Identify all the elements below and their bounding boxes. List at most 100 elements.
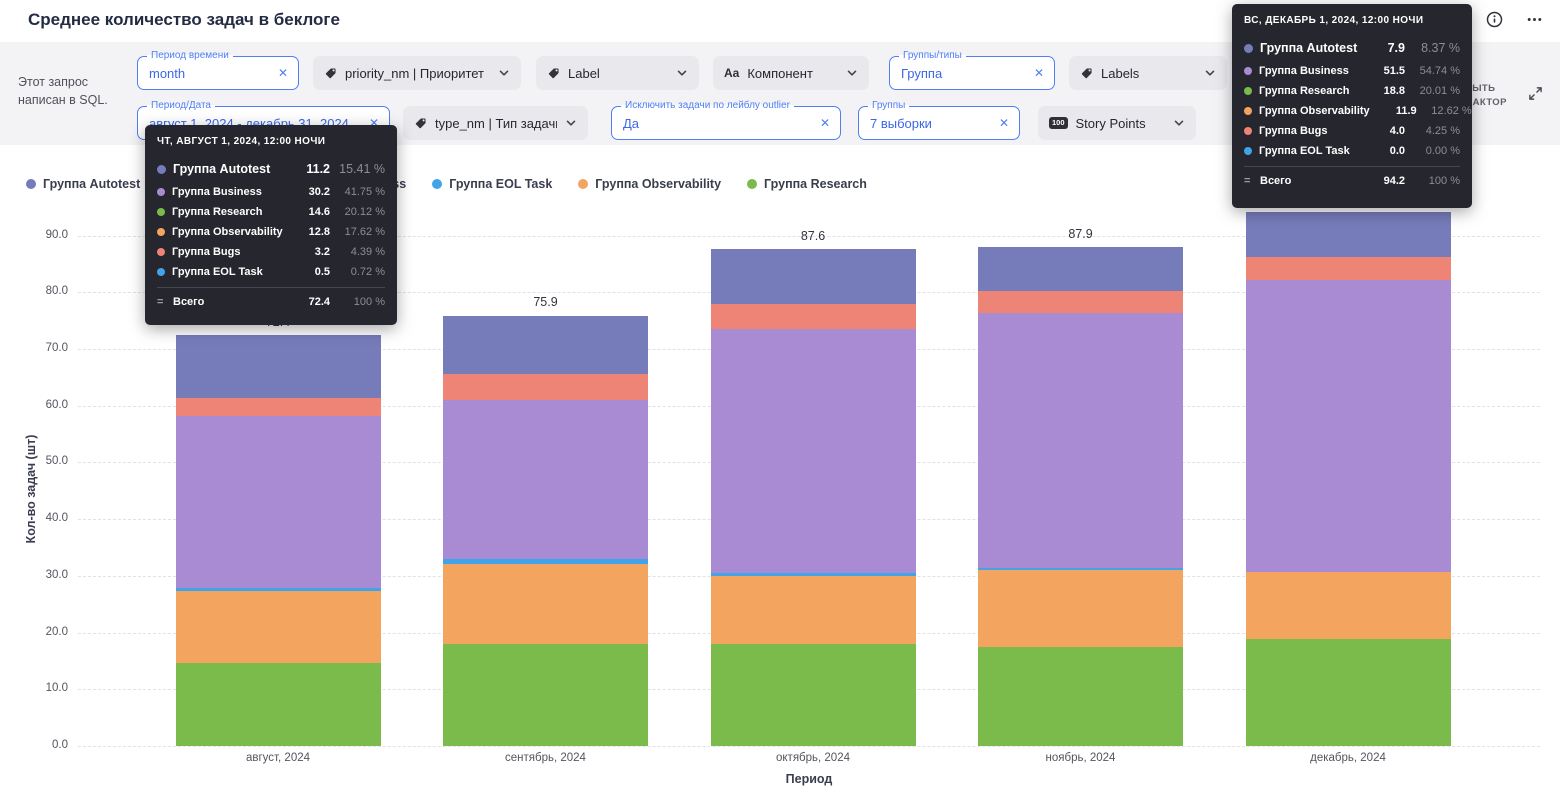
bar-segment[interactable] xyxy=(978,570,1183,647)
legend-dot xyxy=(432,179,442,189)
bar-segment[interactable] xyxy=(1246,280,1451,572)
legend-dot xyxy=(747,179,757,189)
bar-segment[interactable] xyxy=(978,247,1183,290)
tooltip-series-value: 51.5 xyxy=(1375,65,1405,77)
tooltip-series-name: Группа Bugs xyxy=(172,246,293,258)
bar-segment[interactable] xyxy=(443,374,648,400)
filter-groups[interactable]: Группы7 выборки✕ xyxy=(858,106,1020,140)
filter-label: Исключить задачи по лейблу outlier xyxy=(621,99,794,112)
tooltip-series-percent: 54.74 % xyxy=(1412,65,1460,77)
tooltip-series-name: Группа Business xyxy=(172,186,293,198)
filter-priority[interactable]: priority_nm | Приоритет xyxy=(313,56,521,90)
bar-segment[interactable] xyxy=(176,591,381,664)
series-color-dot xyxy=(157,228,165,236)
clear-filter-icon[interactable]: ✕ xyxy=(999,116,1009,130)
clear-filter-icon[interactable]: ✕ xyxy=(1034,66,1044,80)
ellipsis-icon[interactable] xyxy=(1524,9,1544,29)
bar-segment[interactable] xyxy=(443,564,648,643)
filter-component[interactable]: AaКомпонент xyxy=(713,56,869,90)
tooltip-total-value: 94.2 xyxy=(1375,175,1405,187)
filter-group-type[interactable]: Группы/типыГруппа✕ xyxy=(889,56,1055,90)
filter-value: 7 выборки xyxy=(859,116,993,131)
tooltip-series-name: Группа Research xyxy=(172,206,293,218)
tooltip-row: Группа Research14.620.12 % xyxy=(157,202,385,222)
tooltip-series-name: Группа Business xyxy=(1259,65,1368,77)
bar-segment[interactable] xyxy=(1246,212,1451,257)
bar[interactable] xyxy=(176,335,381,746)
bar[interactable] xyxy=(978,247,1183,746)
filter-labels[interactable]: Labels xyxy=(1069,56,1227,90)
filter-story-points[interactable]: 100Story Points xyxy=(1038,106,1196,140)
bar-segment[interactable] xyxy=(978,647,1183,746)
bar-segment[interactable] xyxy=(176,398,381,416)
bar-segment[interactable] xyxy=(978,313,1183,568)
equals-icon: = xyxy=(1244,175,1253,187)
legend-item[interactable]: Группа Autotest xyxy=(26,177,140,191)
info-icon[interactable] xyxy=(1484,9,1504,29)
tag-icon xyxy=(1080,67,1093,80)
tag-icon xyxy=(324,67,337,80)
filter-value: month xyxy=(138,66,272,81)
filter-value: type_nm | Тип задачи xyxy=(435,116,557,131)
expand-icon[interactable] xyxy=(1528,86,1543,106)
bar[interactable] xyxy=(443,315,648,746)
bar[interactable] xyxy=(1246,212,1451,746)
y-tick-label: 40.0 xyxy=(14,512,68,524)
tooltip-series-name: Группа Research xyxy=(1259,85,1368,97)
bar-segment[interactable] xyxy=(176,335,381,398)
bar[interactable] xyxy=(711,249,916,746)
clear-filter-icon[interactable]: ✕ xyxy=(820,116,830,130)
legend-item[interactable]: Группа EOL Task xyxy=(432,177,552,191)
tooltip-series-value: 11.2 xyxy=(300,162,330,176)
legend-label: Группа Autotest xyxy=(43,177,140,191)
legend-label: Группа EOL Task xyxy=(449,177,552,191)
filter-value: Labels xyxy=(1101,66,1196,81)
legend-label: Группа Research xyxy=(764,177,867,191)
series-color-dot xyxy=(157,248,165,256)
chart-tooltip: ЧТ, АВГУСТ 1, 2024, 12:00 НОЧИГруппа Aut… xyxy=(145,125,397,325)
bar-segment[interactable] xyxy=(443,644,648,746)
bar-value-label: 87.6 xyxy=(711,229,916,243)
tooltip-total-label: Всего xyxy=(173,296,293,308)
sql-note: Этот запрос написан в SQL. xyxy=(18,73,120,109)
tooltip-series-percent: 0.00 % xyxy=(1412,145,1460,157)
bar-segment[interactable] xyxy=(978,291,1183,314)
legend-item[interactable]: Группа Research xyxy=(747,177,867,191)
series-color-dot xyxy=(1244,107,1252,115)
bar-value-label: 87.9 xyxy=(978,227,1183,241)
bar-segment[interactable] xyxy=(176,416,381,587)
bar-segment[interactable] xyxy=(1246,257,1451,280)
filter-label[interactable]: Label xyxy=(536,56,699,90)
tooltip-series-percent: 4.39 % xyxy=(337,246,385,258)
bar-segment[interactable] xyxy=(1246,572,1451,639)
bar-segment[interactable] xyxy=(1246,639,1451,746)
bar-segment[interactable] xyxy=(443,400,648,559)
tooltip-row: Группа EOL Task0.50.72 % xyxy=(157,262,385,282)
bar-segment[interactable] xyxy=(711,644,916,746)
filter-period-granularity[interactable]: Период времениmonth✕ xyxy=(137,56,299,90)
filter-task-type[interactable]: type_nm | Тип задачи xyxy=(403,106,588,140)
clear-filter-icon[interactable]: ✕ xyxy=(278,66,288,80)
bar-segment[interactable] xyxy=(711,329,916,573)
bar-segment[interactable] xyxy=(711,249,916,303)
bar-segment[interactable] xyxy=(711,304,916,330)
tooltip-series-percent: 20.01 % xyxy=(1412,85,1460,97)
legend-dot xyxy=(578,179,588,189)
legend-item[interactable]: Группа Observability xyxy=(578,177,721,191)
filter-exclude-outlier[interactable]: Исключить задачи по лейблу outlierДа✕ xyxy=(611,106,841,140)
bar-segment[interactable] xyxy=(711,576,916,644)
tooltip-series-name: Группа Observability xyxy=(1259,105,1380,117)
y-tick-label: 80.0 xyxy=(14,285,68,297)
y-tick-label: 90.0 xyxy=(14,229,68,241)
tooltip-row: Группа Business30.241.75 % xyxy=(157,182,385,202)
tooltip-row: Группа Bugs4.04.25 % xyxy=(1244,121,1460,141)
chart-tooltip: ВС, ДЕКАБРЬ 1, 2024, 12:00 НОЧИГруппа Au… xyxy=(1232,4,1472,208)
series-color-dot xyxy=(1244,44,1253,53)
bar-segment[interactable] xyxy=(443,316,648,375)
tooltip-series-percent: 12.62 % xyxy=(1424,105,1472,117)
legend-dot xyxy=(26,179,36,189)
legend-label: Группа Observability xyxy=(595,177,721,191)
equals-icon: = xyxy=(157,296,166,308)
tooltip-series-value: 0.5 xyxy=(300,266,330,278)
bar-segment[interactable] xyxy=(176,663,381,746)
